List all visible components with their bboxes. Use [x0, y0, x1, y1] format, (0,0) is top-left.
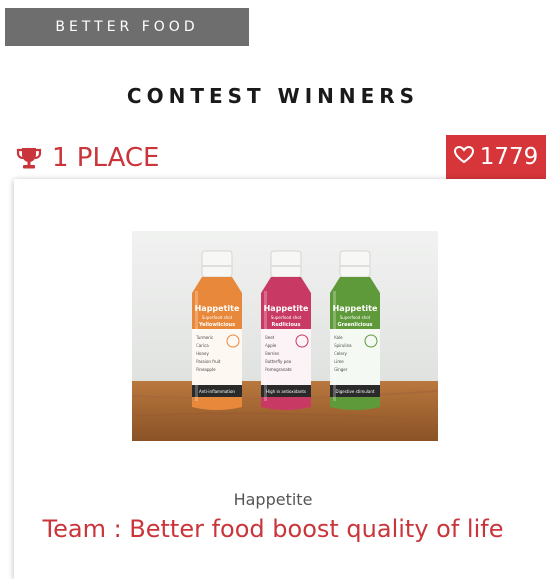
- svg-text:Spirulina: Spirulina: [334, 343, 352, 348]
- svg-text:Happetite: Happetite: [195, 304, 240, 313]
- svg-text:Honey: Honey: [196, 351, 209, 356]
- svg-text:Happetite: Happetite: [333, 304, 378, 313]
- svg-text:Digestive stimulant: Digestive stimulant: [336, 389, 375, 394]
- svg-text:Superfood shot: Superfood shot: [340, 315, 371, 320]
- svg-text:Ginger: Ginger: [334, 367, 348, 372]
- product-name: Happetite: [233, 490, 313, 509]
- vote-count: 1779: [479, 144, 539, 170]
- svg-text:Redlicious: Redlicious: [272, 322, 301, 328]
- svg-text:Pineapple: Pineapple: [196, 367, 216, 372]
- svg-text:Superfood shot: Superfood shot: [202, 315, 233, 320]
- trophy-icon: [16, 145, 42, 171]
- place-header: 1 PLACE: [16, 141, 159, 175]
- svg-text:Greenlicious: Greenlicious: [338, 322, 373, 328]
- section-title: CONTEST WINNERS: [126, 84, 420, 108]
- category-tag[interactable]: BETTER FOOD: [5, 8, 249, 46]
- svg-text:Berries: Berries: [265, 351, 279, 356]
- svg-text:Superfood shot: Superfood shot: [271, 315, 302, 320]
- place-label: 1 PLACE: [52, 143, 160, 173]
- svg-text:Passion fruit: Passion fruit: [196, 359, 221, 364]
- product-photo[interactable]: Happetite Superfood shot Yellowlicious Turm…: [132, 231, 438, 441]
- svg-text:Anti-inflammation: Anti-inflammation: [199, 389, 235, 394]
- svg-text:Yellowlicious: Yellowlicious: [198, 322, 235, 328]
- svg-text:Celery: Celery: [334, 351, 347, 356]
- category-tag-label: BETTER FOOD: [55, 19, 199, 35]
- team-label[interactable]: Team : Better food boost quality of life: [0, 515, 546, 543]
- svg-text:Happetite: Happetite: [264, 304, 309, 313]
- svg-text:Pomegranate: Pomegranate: [265, 367, 292, 372]
- vote-button[interactable]: 1779: [446, 135, 546, 179]
- svg-text:High in antioxidants: High in antioxidants: [266, 389, 306, 394]
- heart-icon: [453, 144, 474, 170]
- svg-text:Butterfly pea: Butterfly pea: [265, 359, 292, 364]
